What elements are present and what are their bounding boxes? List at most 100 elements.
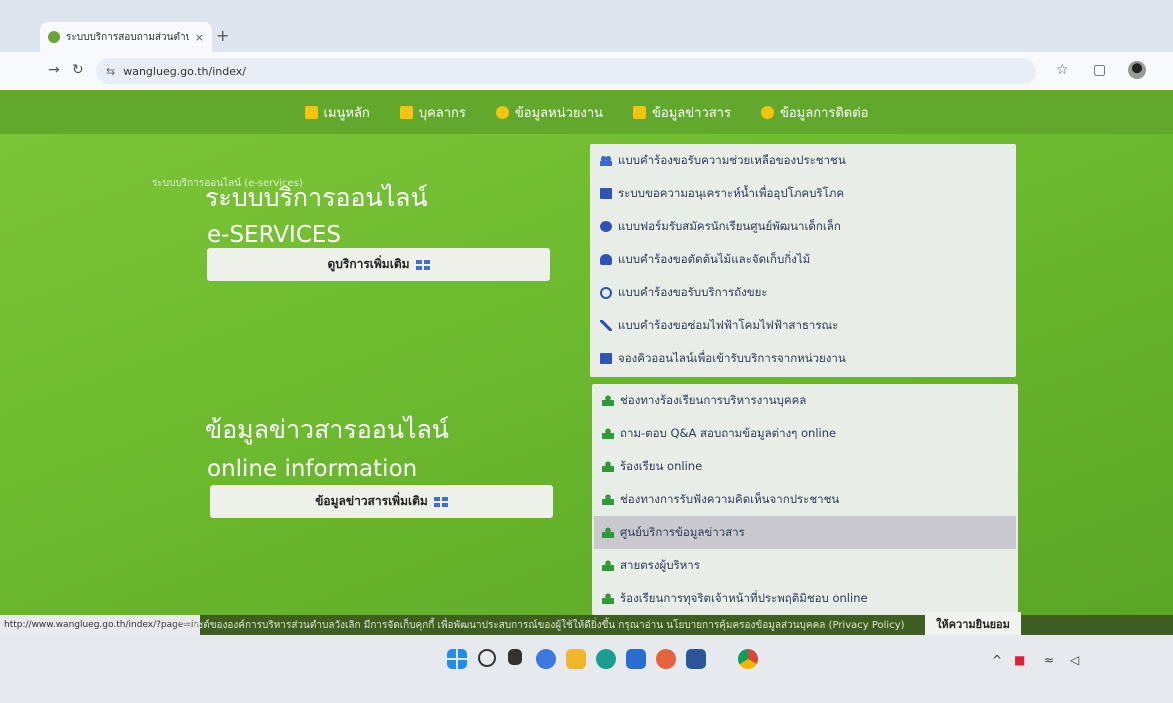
file-explorer-icon[interactable] <box>566 649 586 669</box>
chat-icon <box>600 221 612 232</box>
task-view-icon[interactable] <box>508 649 522 665</box>
info-icon <box>495 105 509 119</box>
button-label: ข้อมูลข่าวสารเพิ่มเติม <box>315 494 428 508</box>
card-icon <box>600 353 612 364</box>
info-title-en: online information <box>207 456 418 482</box>
list-item-label: ร้องเรียน online <box>620 458 703 473</box>
nav-item-agency-info[interactable]: ข้อมูลหน่วยงาน <box>495 102 604 123</box>
sitemap-icon <box>602 428 614 439</box>
nav-item-label: ข้อมูลหน่วยงาน <box>514 105 604 121</box>
sitemap-icon <box>602 494 614 505</box>
chrome-icon[interactable] <box>738 649 758 669</box>
list-item[interactable]: แบบคำร้องขอซ่อมไฟฟ้าโคมไฟฟ้าสาธารณะ <box>600 309 1006 342</box>
sitemap-icon <box>602 593 614 604</box>
list-item[interactable]: แบบคำร้องขอรับบริการถังขยะ <box>600 276 1006 309</box>
nav-item-main-menu[interactable]: เมนูหลัก <box>304 102 370 123</box>
list-item[interactable]: จองคิวออนไลน์เพื่อเข้ารับบริการจากหน่วยง… <box>600 342 1006 375</box>
list-item[interactable]: ช่องทางร้องเรียนการบริหารงานบุคคล <box>602 384 1008 417</box>
cookie-accept-button[interactable]: ให้ความยินยอม <box>925 612 1021 635</box>
list-item-label: แบบฟอร์มรับสมัครนักเรียนศูนย์พัฒนาเด็กเล… <box>618 218 841 233</box>
users-icon <box>600 155 612 166</box>
bell-icon <box>600 254 612 265</box>
tab-title: ระบบบริการสอบถามส่วนตำบลวังเลิก อำเภอ <box>66 31 189 43</box>
recycle-icon <box>600 286 612 299</box>
chat-icon <box>633 105 647 119</box>
list-item-label: แบบคำร้องขอรับความช่วยเหลือของประชาชน <box>618 152 846 167</box>
word-icon[interactable] <box>686 649 706 669</box>
nav-item-personnel[interactable]: บุคลากร <box>399 102 466 123</box>
list-item-label: แบบคำร้องขอซ่อมไฟฟ้าโคมไฟฟ้าสาธารณะ <box>618 317 839 332</box>
sitemap-icon <box>602 461 614 472</box>
tray-chevron-icon[interactable]: ^ <box>992 653 1002 667</box>
list-item-label: แบบคำร้องขอรับบริการถังขยะ <box>618 284 768 299</box>
eservices-title-th: ระบบบริการออนไลน์ <box>205 183 428 212</box>
info-list: ช่องทางร้องเรียนการบริหารงานบุคคล ถาม-ตอ… <box>592 384 1018 615</box>
extensions-icon[interactable]: ▢ <box>1093 62 1106 78</box>
status-url: http://www.wanglueg.go.th/index/?page=in <box>0 615 200 635</box>
list-item[interactable]: ระบบขอความอนุเคราะห์น้ำเพื่ออุปโภคบริโภค <box>600 177 1006 210</box>
chat-app-icon[interactable] <box>536 649 556 669</box>
list-item[interactable]: ร้องเรียนการทุจริตเจ้าหน้าที่ประพฤติมิชอ… <box>602 582 1008 615</box>
sitemap-icon <box>602 527 614 538</box>
wrench-icon <box>600 320 612 331</box>
website-viewport: เมนูหลัก บุคลากร ข้อมูลหน่วยงาน ข้อมูลข่… <box>0 90 1173 635</box>
more-services-button[interactable]: ดูบริการเพิ่มเติม <box>207 248 550 281</box>
list-item[interactable]: ร้องเรียน online <box>602 450 1008 483</box>
browser-tab-strip: ระบบบริการสอบถามส่วนตำบลวังเลิก อำเภอ × … <box>0 0 1173 52</box>
address-url: wanglueg.go.th/index/ <box>123 64 246 78</box>
firefox-icon[interactable] <box>656 649 676 669</box>
nav-item-label: เมนูหลัก <box>323 105 370 121</box>
list-item[interactable]: แบบคำร้องขอรับความช่วยเหลือของประชาชน <box>600 144 1006 177</box>
id-card-icon <box>600 188 612 199</box>
nav-item-label: ข้อมูลข่าวสาร <box>652 105 731 121</box>
more-info-button[interactable]: ข้อมูลข่าวสารเพิ่มเติม <box>210 485 553 518</box>
sitemap-icon <box>602 395 614 406</box>
list-grid-icon <box>415 259 430 270</box>
bookmark-star-icon[interactable]: ☆ <box>1056 62 1069 78</box>
eservices-title-en: e-SERVICES <box>207 222 342 248</box>
nav-item-contact[interactable]: ข้อมูลการติดต่อ <box>760 102 869 123</box>
list-item[interactable]: สายตรงผู้บริหาร <box>602 549 1008 582</box>
new-tab-button[interactable]: + <box>216 26 229 45</box>
wifi-icon[interactable]: ≈ <box>1044 653 1054 667</box>
site-info-icon[interactable]: ⇆ <box>106 65 115 78</box>
sitemap-icon <box>602 560 614 571</box>
main-nav: เมนูหลัก บุคลากร ข้อมูลหน่วยงาน ข้อมูลข่… <box>0 90 1173 134</box>
list-item-label: ช่องทางการรับฟังความคิดเห็นจากประชาชน <box>620 491 840 506</box>
tab-close-icon[interactable]: × <box>195 31 204 44</box>
nav-item-news[interactable]: ข้อมูลข่าวสาร <box>633 102 731 123</box>
nav-item-label: บุคลากร <box>418 105 466 121</box>
hero-section: ระบบบริการออนไลน์ (e-services) ระบบบริกา… <box>0 134 1173 635</box>
list-item[interactable]: แบบคำร้องขอตัดต้นไม้และจัดเก็บกิ่งไม้ <box>600 243 1006 276</box>
profile-avatar[interactable] <box>1128 61 1146 79</box>
list-item-label: ช่องทางร้องเรียนการบริหารงานบุคคล <box>620 392 807 407</box>
browser-tab[interactable]: ระบบบริการสอบถามส่วนตำบลวังเลิก อำเภอ × <box>40 22 212 52</box>
address-bar[interactable]: ⇆ wanglueg.go.th/index/ <box>96 58 1036 84</box>
search-icon[interactable] <box>478 649 496 667</box>
grid-icon <box>304 105 318 119</box>
start-icon[interactable] <box>447 649 467 669</box>
edge-icon[interactable] <box>596 649 616 669</box>
list-item-label: จองคิวออนไลน์เพื่อเข้ารับบริการจากหน่วยง… <box>618 350 846 365</box>
list-item[interactable]: ช่องทางการรับฟังความคิดเห็นจากประชาชน <box>602 483 1008 516</box>
cookie-text: เว็บไซต์ขององค์การบริหารส่วนตำบลวังเลิก … <box>176 620 905 631</box>
phone-icon <box>760 105 774 119</box>
speaker-icon[interactable]: ◁ <box>1070 653 1079 667</box>
list-item-label: ถาม-ตอบ Q&A สอบถามข้อมูลต่างๆ online <box>620 425 837 440</box>
eservices-list: แบบคำร้องขอรับความช่วยเหลือของประชาชน ระ… <box>590 144 1016 377</box>
site-favicon-icon <box>48 31 60 43</box>
list-item[interactable]: แบบฟอร์มรับสมัครนักเรียนศูนย์พัฒนาเด็กเล… <box>600 210 1006 243</box>
info-title-th: ข้อมูลข่าวสารออนไลน์ <box>205 415 449 444</box>
list-item[interactable]: ถาม-ตอบ Q&A สอบถามข้อมูลต่างๆ online <box>602 417 1008 450</box>
list-item-highlighted[interactable]: ศูนย์บริการข้อมูลข่าวสาร <box>594 516 1016 549</box>
list-item-label: ร้องเรียนการทุจริตเจ้าหน้าที่ประพฤติมิชอ… <box>620 590 868 605</box>
reload-icon[interactable]: ↻ <box>72 62 84 78</box>
list-item-label: แบบคำร้องขอตัดต้นไม้และจัดเก็บกิ่งไม้ <box>618 251 811 266</box>
antivirus-tray-icon[interactable]: ■ <box>1014 653 1025 667</box>
store-icon[interactable] <box>626 649 646 669</box>
os-taskbar: ^ ■ ≈ ◁ <box>0 635 1173 703</box>
back-icon[interactable]: → <box>48 62 60 78</box>
cookie-consent-bar: http://www.wanglueg.go.th/index/?page=in… <box>0 612 1173 635</box>
list-grid-icon <box>433 496 448 507</box>
calendar-icon <box>399 105 413 119</box>
